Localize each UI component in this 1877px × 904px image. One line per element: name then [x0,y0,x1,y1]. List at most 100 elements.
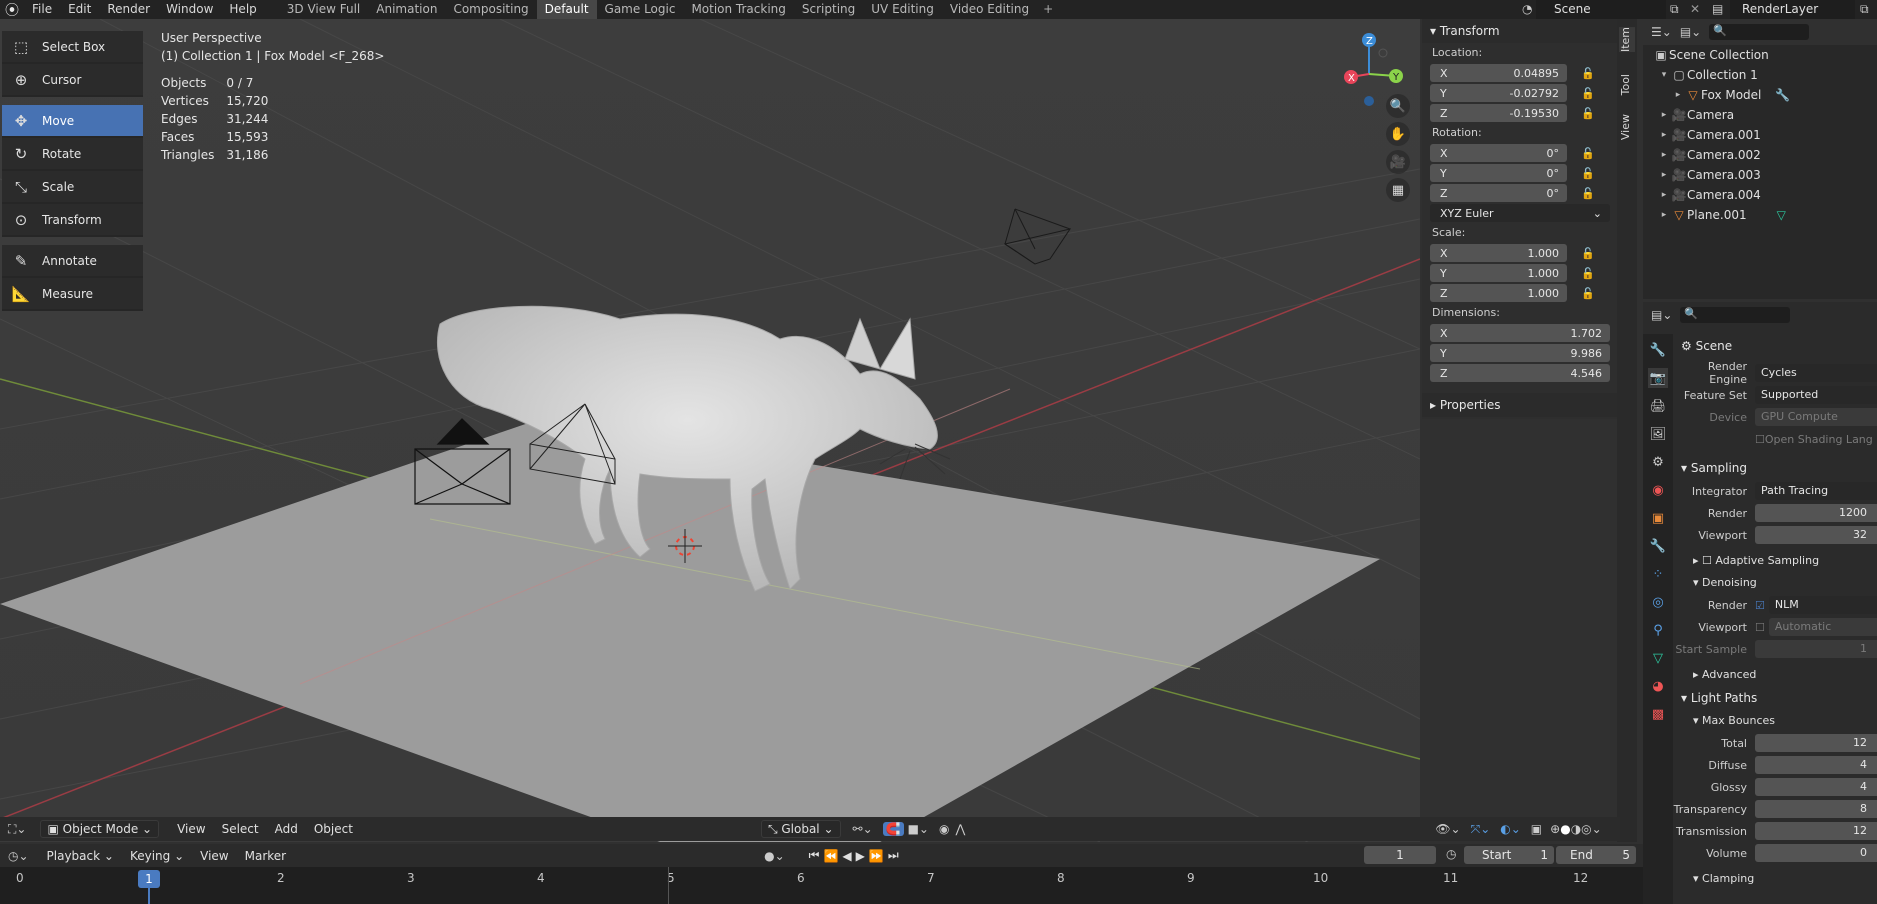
tool-select-box[interactable]: ⬚ Select Box [2,31,143,64]
shading-solid-icon[interactable]: ● [1560,822,1570,836]
bounce-value-field[interactable]: 8 [1755,800,1877,818]
expand-icon[interactable]: ▸ [1671,90,1685,100]
transform-panel-header[interactable]: ▾ Transform [1422,19,1617,43]
tab-compositing[interactable]: Compositing [445,0,536,19]
perspective-grid-icon[interactable]: ▦ [1386,178,1410,202]
lock-icon[interactable]: 🔓 [1581,147,1595,160]
dimensions-x-field[interactable]: X 1.702 [1430,323,1617,343]
end-frame-field[interactable]: End 5 [1556,846,1636,864]
new-scene-icon[interactable]: ⧉ [1670,2,1679,17]
bounce-row[interactable]: Glossy 4 [1673,776,1877,798]
properties-search-input[interactable]: 🔍 [1680,307,1791,323]
rotation-z-field[interactable]: Z 0° 🔓 [1430,183,1617,203]
denoise-render-row[interactable]: Render ☑ NLM [1673,594,1877,616]
tool-move[interactable]: ✥ Move [2,105,143,138]
scale-z-field[interactable]: Z 1.000 🔓 [1430,283,1617,303]
denoise-viewport-row[interactable]: Viewport ☐ Automatic [1673,616,1877,638]
outliner-item-fox-model[interactable]: ▸ ▽ Fox Model 🔧 [1643,85,1877,105]
tab-item[interactable]: Item [1619,27,1635,53]
tab-video-editing[interactable]: Video Editing [942,0,1037,19]
outliner-collection-1[interactable]: ▾ ▢ Collection 1 [1643,65,1877,85]
tool-transform[interactable]: ⊙ Transform [2,204,143,237]
menu-object[interactable]: Object [306,822,361,836]
tab-animation[interactable]: Animation [368,0,445,19]
view-layer-tab-icon[interactable]: 🖼 [1648,424,1668,444]
tool-measure[interactable]: 📐 Measure [2,278,143,311]
rotation-mode-select[interactable]: XYZ Euler ⌄ [1430,203,1617,223]
outliner-item-camera[interactable]: ▸ 🎥 Camera [1643,105,1877,125]
data-tab-icon[interactable]: ▽ [1648,648,1668,668]
editor-type-icon[interactable]: ⛶⌄ [0,822,26,837]
tab-motion-tracking[interactable]: Motion Tracking [683,0,793,19]
tool-tab-icon[interactable]: 🔧 [1648,340,1668,360]
lock-icon[interactable]: 🔓 [1581,267,1595,280]
shading-wireframe-icon[interactable]: ⊕ [1550,822,1560,836]
new-layer-icon[interactable]: ⧉ [1860,2,1869,17]
menu-edit[interactable]: Edit [60,0,99,19]
gizmo-icon[interactable]: ⤧⌄ [1471,822,1491,837]
menu-timeline-view[interactable]: View [192,849,236,863]
tab-view[interactable]: View [1619,114,1635,140]
menu-marker[interactable]: Marker [237,849,294,863]
pan-hand-icon[interactable]: ✋ [1386,122,1410,146]
play-reverse-icon[interactable]: ◀ [842,849,851,863]
scene-tab-icon[interactable]: ⚙ [1648,452,1668,472]
collapse-icon[interactable]: ▾ [1657,70,1671,80]
snap-icon[interactable]: 🧲 [882,822,904,836]
bounce-row[interactable]: Transparency 8 [1673,798,1877,820]
physics-tab-icon[interactable]: ◎ [1648,592,1668,612]
expand-icon[interactable]: ▸ [1657,170,1671,180]
snap-target-icon[interactable]: ■⌄ [908,822,929,836]
scene-selector[interactable]: Scene [1536,0,1666,19]
expand-icon[interactable]: ▸ [1657,130,1671,140]
dimensions-y-field[interactable]: Y 9.986 [1430,343,1617,363]
overlay-icon[interactable]: ◐⌄ [1500,822,1521,836]
bounce-row[interactable]: Total 12 [1673,732,1877,754]
clamping-header[interactable]: ▾ Clamping [1673,868,1877,890]
denoise-viewport-checkbox[interactable]: ☐ [1755,621,1765,634]
outliner-item-camera-003[interactable]: ▸ 🎥 Camera.003 [1643,165,1877,185]
transform-orientation-select[interactable]: ⤡ Global ⌄ [760,820,841,838]
tab-3d-view-full[interactable]: 3D View Full [279,0,369,19]
start-frame-field[interactable]: Start 1 [1464,846,1554,864]
world-tab-icon[interactable]: ◉ [1648,480,1668,500]
bounce-row[interactable]: Volume 0 [1673,842,1877,864]
expand-icon[interactable]: ▸ [1657,150,1671,160]
object-mode-select[interactable]: ▣ Object Mode ⌄ [40,820,160,838]
lock-icon[interactable]: 🔓 [1581,107,1595,120]
bounce-value-field[interactable]: 4 [1755,756,1877,774]
timeline-editor-icon[interactable]: ◷⌄ [0,849,29,863]
expand-icon[interactable]: ▸ [1657,190,1671,200]
tool-rotate[interactable]: ↻ Rotate [2,138,143,171]
bounce-value-field[interactable]: 12 [1755,822,1877,840]
menu-add[interactable]: Add [267,822,306,836]
lock-icon[interactable]: 🔓 [1581,67,1595,80]
zoom-icon[interactable]: 🔍 [1386,94,1410,118]
bounce-row[interactable]: Transmission 12 [1673,820,1877,842]
modifier-tab-icon[interactable]: 🔧 [1648,536,1668,556]
integrator-select[interactable]: Path Tracing [1755,482,1877,500]
menu-render[interactable]: Render [99,0,158,19]
next-keyframe-icon[interactable]: ⏩ [869,849,884,863]
lock-icon[interactable]: 🔓 [1581,187,1595,200]
location-z-field[interactable]: Z -0.19530 🔓 [1430,103,1617,123]
editor-type-icon[interactable]: ▤⌄ [1651,308,1672,322]
osl-row[interactable]: ☐ Open Shading Lang [1673,428,1877,450]
expand-icon[interactable]: ▸ [1657,110,1671,120]
feature-set-row[interactable]: Feature Set Supported [1673,384,1877,406]
outliner-item-plane-001[interactable]: ▸ ▽ Plane.001 ▽ [1643,205,1877,225]
delete-scene-icon[interactable]: ✕ [1690,2,1700,16]
shading-material-icon[interactable]: ◑ [1571,822,1581,836]
texture-tab-icon[interactable]: ▩ [1648,704,1668,724]
render-engine-row[interactable]: Render Engine Cycles [1673,360,1877,386]
bounce-row[interactable]: Diffuse 4 [1673,754,1877,776]
properties-panel-header[interactable]: ▸ Properties [1422,393,1617,417]
3d-viewport[interactable]: Z Y X ⬚ Select Box ⊕ Cursor ✥ Move ↻ Rotate … [0,19,1420,842]
tab-uv-editing[interactable]: UV Editing [863,0,942,19]
lock-icon[interactable]: 🔓 [1581,167,1595,180]
lock-icon[interactable]: 🔓 [1581,247,1595,260]
menu-help[interactable]: Help [221,0,264,19]
bounce-value-field[interactable]: 12 [1755,734,1877,752]
location-x-field[interactable]: X 0.04895 🔓 [1430,63,1617,83]
output-tab-icon[interactable]: 🖨 [1648,396,1668,416]
